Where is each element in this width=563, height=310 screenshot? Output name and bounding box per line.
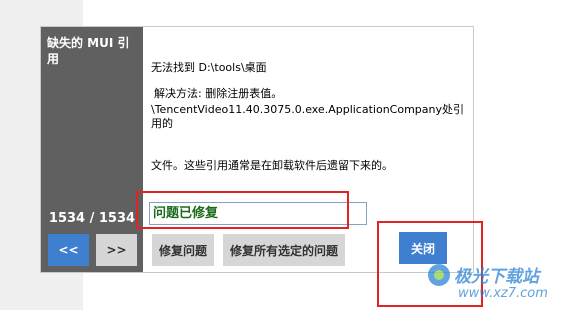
next-button[interactable]: >> — [96, 234, 137, 266]
panel-title: 缺失的 MUI 引用 — [47, 36, 130, 66]
watermark-title: 极光下载站 — [454, 267, 539, 287]
resolution-text: 解决方法: 删除注册表值。 — [154, 87, 283, 100]
message-line: 文件。这些引用通常是在卸载软件后遗留下来的。 — [151, 159, 393, 172]
issue-message: 无法找到 D:\tools\桌面 \TencentVideo11.40.3075… — [151, 33, 471, 201]
left-panel: 缺失的 MUI 引用 1534 / 1534 << >> — [41, 27, 143, 272]
message-line: \TencentVideo11.40.3075.0.exe.Applicatio… — [151, 103, 464, 130]
fix-all-selected-button[interactable]: 修复所有选定的问题 — [223, 234, 345, 266]
watermark-logo-icon — [428, 264, 450, 286]
watermark-url: www.xz7.com — [458, 286, 548, 301]
site-watermark: 极光下载站 www.xz7.com — [428, 262, 558, 306]
issue-counter: 1534 / 1534 — [48, 211, 136, 226]
status-highlight-box — [136, 191, 349, 229]
fix-issue-button[interactable]: 修复问题 — [152, 234, 214, 266]
previous-button[interactable]: << — [48, 234, 89, 266]
message-line: 无法找到 D:\tools\桌面 — [151, 61, 267, 74]
